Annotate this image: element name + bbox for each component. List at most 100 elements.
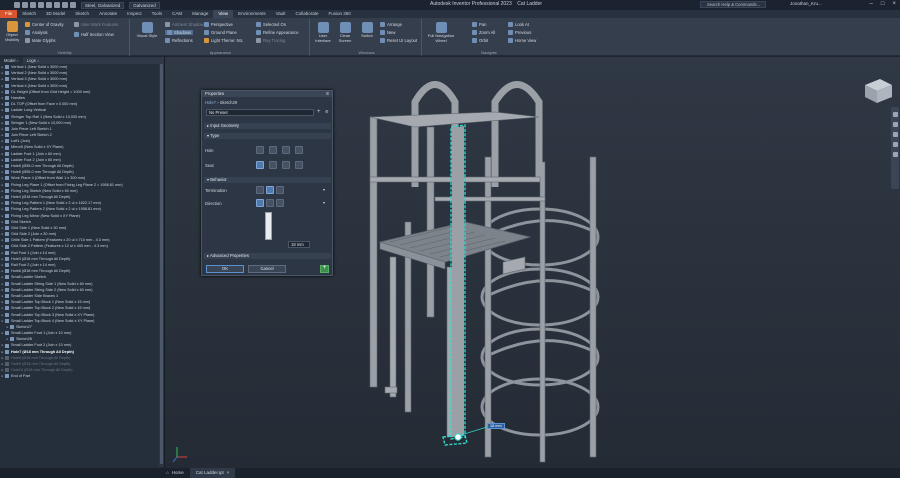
menu-icon[interactable]: ≡ bbox=[326, 91, 329, 97]
switch-button[interactable]: Switch bbox=[358, 22, 376, 39]
material-selector[interactable]: Steel, Galvanized bbox=[81, 1, 125, 9]
add-preset-icon[interactable]: + bbox=[317, 109, 321, 115]
tab-manage[interactable]: Manage bbox=[187, 10, 213, 18]
browser-scrollbar[interactable] bbox=[159, 64, 164, 467]
chevron-down-icon[interactable]: ▾ bbox=[323, 200, 325, 205]
through-all-button[interactable] bbox=[266, 186, 274, 194]
maximize-icon[interactable]: □ bbox=[881, 1, 885, 7]
dimension-input[interactable]: 18 mm bbox=[487, 423, 505, 429]
perspective-button[interactable]: Perspective bbox=[204, 22, 233, 27]
clearance-hole-button[interactable] bbox=[269, 146, 277, 154]
refine-appearance-button[interactable]: Refine Appearance bbox=[256, 30, 299, 35]
arrange-button[interactable]: Arrange bbox=[380, 22, 402, 27]
tab-model[interactable]: Model× bbox=[0, 57, 23, 64]
ray-tracing-button[interactable]: Ray Tracing bbox=[256, 38, 285, 43]
close-icon[interactable]: × bbox=[227, 468, 230, 478]
tab-annotate[interactable]: Annotate bbox=[94, 10, 122, 18]
home-view-button[interactable]: Home View bbox=[508, 38, 536, 43]
advanced-properties-section[interactable]: ▸ Advanced Properties bbox=[204, 253, 331, 259]
minimize-icon[interactable]: – bbox=[870, 1, 873, 7]
light-theme-button[interactable]: Light Theme: NIL bbox=[204, 38, 243, 43]
redo-icon[interactable] bbox=[46, 2, 52, 8]
previous-view-button[interactable]: Previous bbox=[508, 30, 531, 35]
user-work-features-button[interactable]: User Work Features bbox=[74, 22, 118, 27]
full-navigation-wheel-button[interactable]: Full Navigation Wheel bbox=[426, 22, 456, 43]
orbit-button[interactable]: Orbit bbox=[472, 38, 488, 43]
select-icon[interactable] bbox=[70, 2, 76, 8]
tab-3d-model[interactable]: 3D Model bbox=[41, 10, 70, 18]
new-file-icon[interactable] bbox=[14, 2, 20, 8]
doc-tab-home[interactable]: ⌂ Home bbox=[160, 468, 190, 478]
no-seat-button[interactable] bbox=[256, 161, 264, 169]
direction-symmetric-button[interactable] bbox=[276, 199, 284, 207]
selected-on-button[interactable]: Selected On bbox=[256, 22, 286, 27]
center-of-gravity-button[interactable]: Center of Gravity bbox=[25, 22, 64, 27]
home-icon[interactable] bbox=[54, 2, 60, 8]
close-icon[interactable]: × bbox=[16, 58, 18, 63]
tab-collaborate[interactable]: Collaborate bbox=[291, 10, 324, 18]
visual-style-button[interactable]: Visual Style bbox=[134, 22, 160, 39]
preset-dropdown[interactable]: No Preset bbox=[206, 109, 314, 116]
analysis-button[interactable]: Analysis bbox=[25, 30, 48, 35]
ok-button[interactable]: OK bbox=[206, 265, 244, 273]
tab-inspect[interactable]: Inspect bbox=[122, 10, 147, 18]
half-section-view-button[interactable]: Half Section View bbox=[74, 32, 114, 37]
countersink-button[interactable] bbox=[295, 161, 303, 169]
ground-plane-button[interactable]: Ground Plane bbox=[204, 30, 237, 35]
user-interface-button[interactable]: User Interface bbox=[314, 22, 332, 43]
reset-ui-layout-button[interactable]: Reset UI Layout bbox=[380, 38, 417, 43]
cancel-button[interactable]: Cancel bbox=[248, 265, 286, 273]
zoom-icon[interactable] bbox=[892, 132, 898, 137]
appearance-selector[interactable]: Galvanized bbox=[129, 1, 160, 9]
new-window-button[interactable]: New bbox=[380, 30, 395, 35]
shadows-button[interactable]: Shadows bbox=[165, 30, 194, 35]
close-icon[interactable]: × bbox=[892, 1, 896, 7]
tab-tools[interactable]: Tools bbox=[147, 10, 168, 18]
behavior-section[interactable]: ▾ Behavior bbox=[204, 177, 331, 183]
orbit-icon[interactable] bbox=[892, 142, 898, 147]
simple-hole-button[interactable] bbox=[256, 146, 264, 154]
zoom-all-button[interactable]: Zoom All bbox=[472, 30, 495, 35]
close-icon[interactable]: × bbox=[37, 58, 39, 63]
save-icon[interactable] bbox=[30, 2, 36, 8]
ambient-shadows-button[interactable]: Ambient Shadows bbox=[165, 22, 206, 27]
tab-view[interactable]: View bbox=[213, 10, 234, 18]
direction-flip-button[interactable] bbox=[266, 199, 274, 207]
tree-item[interactable]: ▸ End of Part bbox=[0, 373, 160, 379]
object-visibility-button[interactable]: Object Visibility bbox=[2, 21, 22, 42]
doc-tab-cat-ladder[interactable]: Cat Ladder.ipt × bbox=[189, 468, 236, 478]
counterbore-button[interactable] bbox=[269, 161, 277, 169]
tab-sketch-2[interactable]: Sketch bbox=[70, 10, 94, 18]
spotface-button[interactable] bbox=[282, 161, 290, 169]
type-section[interactable]: ▾ Type bbox=[204, 133, 331, 139]
scrollbar-thumb[interactable] bbox=[160, 64, 163, 464]
look-at-icon[interactable] bbox=[892, 152, 898, 157]
pan-button[interactable]: Pan bbox=[472, 22, 486, 27]
tab-logs[interactable]: Logs× bbox=[23, 57, 43, 64]
pan-icon[interactable] bbox=[892, 122, 898, 127]
clean-screen-button[interactable]: Clean Screen bbox=[336, 22, 354, 43]
direction-default-button[interactable] bbox=[256, 199, 264, 207]
sketch-name[interactable]: Sketch29 bbox=[220, 100, 237, 105]
tab-vault[interactable]: Vault bbox=[271, 10, 291, 18]
feature-name[interactable]: Hole7 bbox=[205, 100, 216, 105]
tapped-hole-button[interactable] bbox=[282, 146, 290, 154]
tab-environments[interactable]: Environments bbox=[233, 10, 271, 18]
taper-tapped-hole-button[interactable] bbox=[295, 146, 303, 154]
search-help-input[interactable]: Search Help & Commands... bbox=[700, 1, 766, 8]
diameter-field[interactable]: 18 mm bbox=[288, 241, 310, 248]
tab-cam[interactable]: CAM bbox=[167, 10, 187, 18]
tab-fusion-360[interactable]: Fusion 360 bbox=[324, 10, 356, 18]
input-geometry-section[interactable]: ▸ Input Geometry bbox=[204, 123, 331, 129]
undo-icon[interactable] bbox=[38, 2, 44, 8]
steering-wheel-icon[interactable] bbox=[892, 112, 898, 117]
open-icon[interactable] bbox=[22, 2, 28, 8]
distance-termination-button[interactable] bbox=[256, 186, 264, 194]
mate-glyphs-button[interactable]: Mate Glyphs bbox=[25, 38, 56, 43]
tab-file[interactable]: File bbox=[0, 10, 18, 18]
apply-add-button[interactable]: + bbox=[320, 265, 329, 273]
chevron-down-icon[interactable]: ▾ bbox=[323, 187, 325, 192]
look-at-button[interactable]: Look At bbox=[508, 22, 529, 27]
update-icon[interactable] bbox=[62, 2, 68, 8]
reflections-button[interactable]: Reflections bbox=[165, 38, 193, 43]
